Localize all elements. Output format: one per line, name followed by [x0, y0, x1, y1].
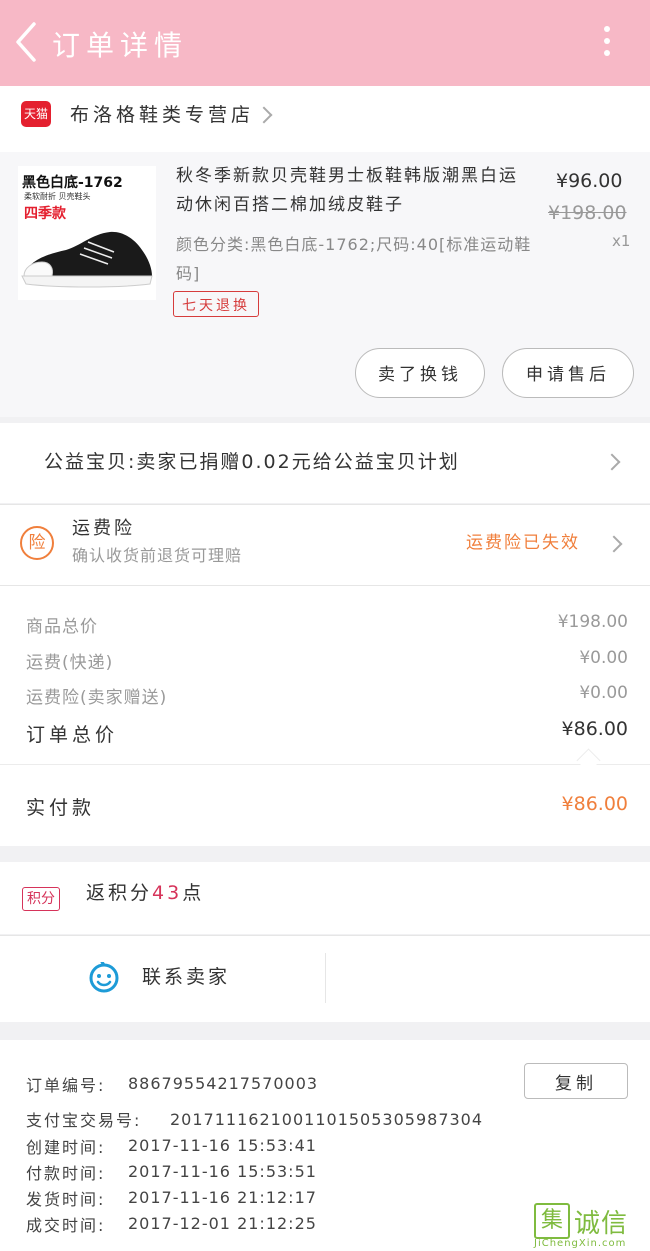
more-vertical-icon[interactable]: [600, 26, 614, 62]
order-number-label: 订单编号:: [26, 1076, 106, 1095]
alipay-trade-label: 支付宝交易号:: [26, 1111, 142, 1130]
paid-time-value: 2017-11-16 15:53:51: [128, 1162, 317, 1181]
watermark-mark: 集: [534, 1203, 570, 1239]
resell-button[interactable]: 卖了换钱: [355, 348, 485, 398]
shop-name[interactable]: 布洛格鞋类专营店: [70, 100, 254, 127]
points-text: 返积分43点: [86, 878, 204, 905]
contact-seller-button[interactable]: 联系卖家: [142, 962, 230, 989]
watermark-url: JiChengXin.com: [534, 1238, 627, 1249]
page-title: 订单详情: [52, 29, 189, 62]
tmall-badge: 天猫: [21, 101, 51, 127]
points-badge: 积分: [22, 887, 60, 911]
product-sku: 颜色分类:黑色白底-1762;尺码:40[标准运动鞋码]: [176, 235, 532, 283]
created-time-value: 2017-11-16 15:53:41: [128, 1136, 317, 1155]
summary-label-insurance: 运费险(卖家赠送): [26, 688, 168, 708]
copy-button[interactable]: 复制: [524, 1063, 628, 1099]
image-caption: 黑色白底-1762: [22, 175, 123, 191]
paid-amount: ¥86.00: [561, 793, 628, 815]
product-price: ¥96.00: [556, 170, 623, 192]
alipay-trade-value: 2017111621001101505305987304: [170, 1110, 484, 1129]
insurance-title: 运费险: [72, 518, 135, 539]
product-title[interactable]: 秋冬季新款贝壳鞋男士板鞋韩版潮黑白运动休闲百搭二棉加绒皮鞋子: [176, 162, 536, 220]
order-total-label: 订单总价: [26, 724, 119, 746]
product-original-price: ¥198.00: [548, 202, 627, 224]
summary-label-shipping: 运费(快递): [26, 653, 114, 673]
points-prefix: 返积分: [86, 882, 153, 904]
points-suffix: 点: [182, 882, 205, 904]
summary-amount-insurance: ¥0.00: [579, 683, 628, 703]
insurance-status: 运费险已失效: [466, 533, 580, 553]
summary-label-subtotal: 商品总价: [26, 617, 98, 637]
divider: [325, 953, 326, 1003]
completed-time-value: 2017-12-01 21:12:25: [128, 1214, 317, 1233]
order-number-value: 88679554217570003: [128, 1074, 319, 1093]
chevron-left-icon[interactable]: [10, 20, 44, 64]
charity-text: 公益宝贝:卖家已捐赠0.02元给公益宝贝计划: [44, 451, 460, 473]
points-value: 43: [152, 882, 183, 904]
summary-amount-shipping: ¥0.00: [579, 648, 628, 668]
chat-smile-icon[interactable]: [88, 962, 120, 994]
watermark-name: 诚信: [574, 1209, 629, 1239]
paid-time-label: 付款时间:: [26, 1164, 106, 1183]
summary-amount-subtotal: ¥198.00: [557, 612, 628, 632]
image-caption-season: 四季款: [24, 206, 66, 222]
watermark-logo: 集 诚信 JiChengXin.com: [534, 1203, 646, 1249]
image-caption-sub: 柔软耐折 贝壳鞋头: [24, 192, 91, 201]
return-policy-tag: 七天退换: [173, 291, 259, 317]
shoe-illustration: [21, 231, 153, 288]
divider: [0, 764, 650, 765]
completed-time-label: 成交时间:: [26, 1216, 106, 1235]
after-sale-button[interactable]: 申请售后: [502, 348, 634, 398]
shipped-time-value: 2017-11-16 21:12:17: [128, 1188, 317, 1207]
shipped-time-label: 发货时间:: [26, 1190, 106, 1209]
product-quantity: x1: [612, 232, 631, 250]
paid-label: 实付款: [26, 797, 96, 819]
order-total-amount: ¥86.00: [561, 718, 628, 740]
insurance-subtitle: 确认收货前退货可理赔: [72, 546, 243, 565]
insurance-icon: 险: [20, 526, 54, 560]
product-image[interactable]: 黑色白底-1762 柔软耐折 贝壳鞋头 四季款: [18, 166, 156, 300]
created-time-label: 创建时间:: [26, 1138, 106, 1157]
